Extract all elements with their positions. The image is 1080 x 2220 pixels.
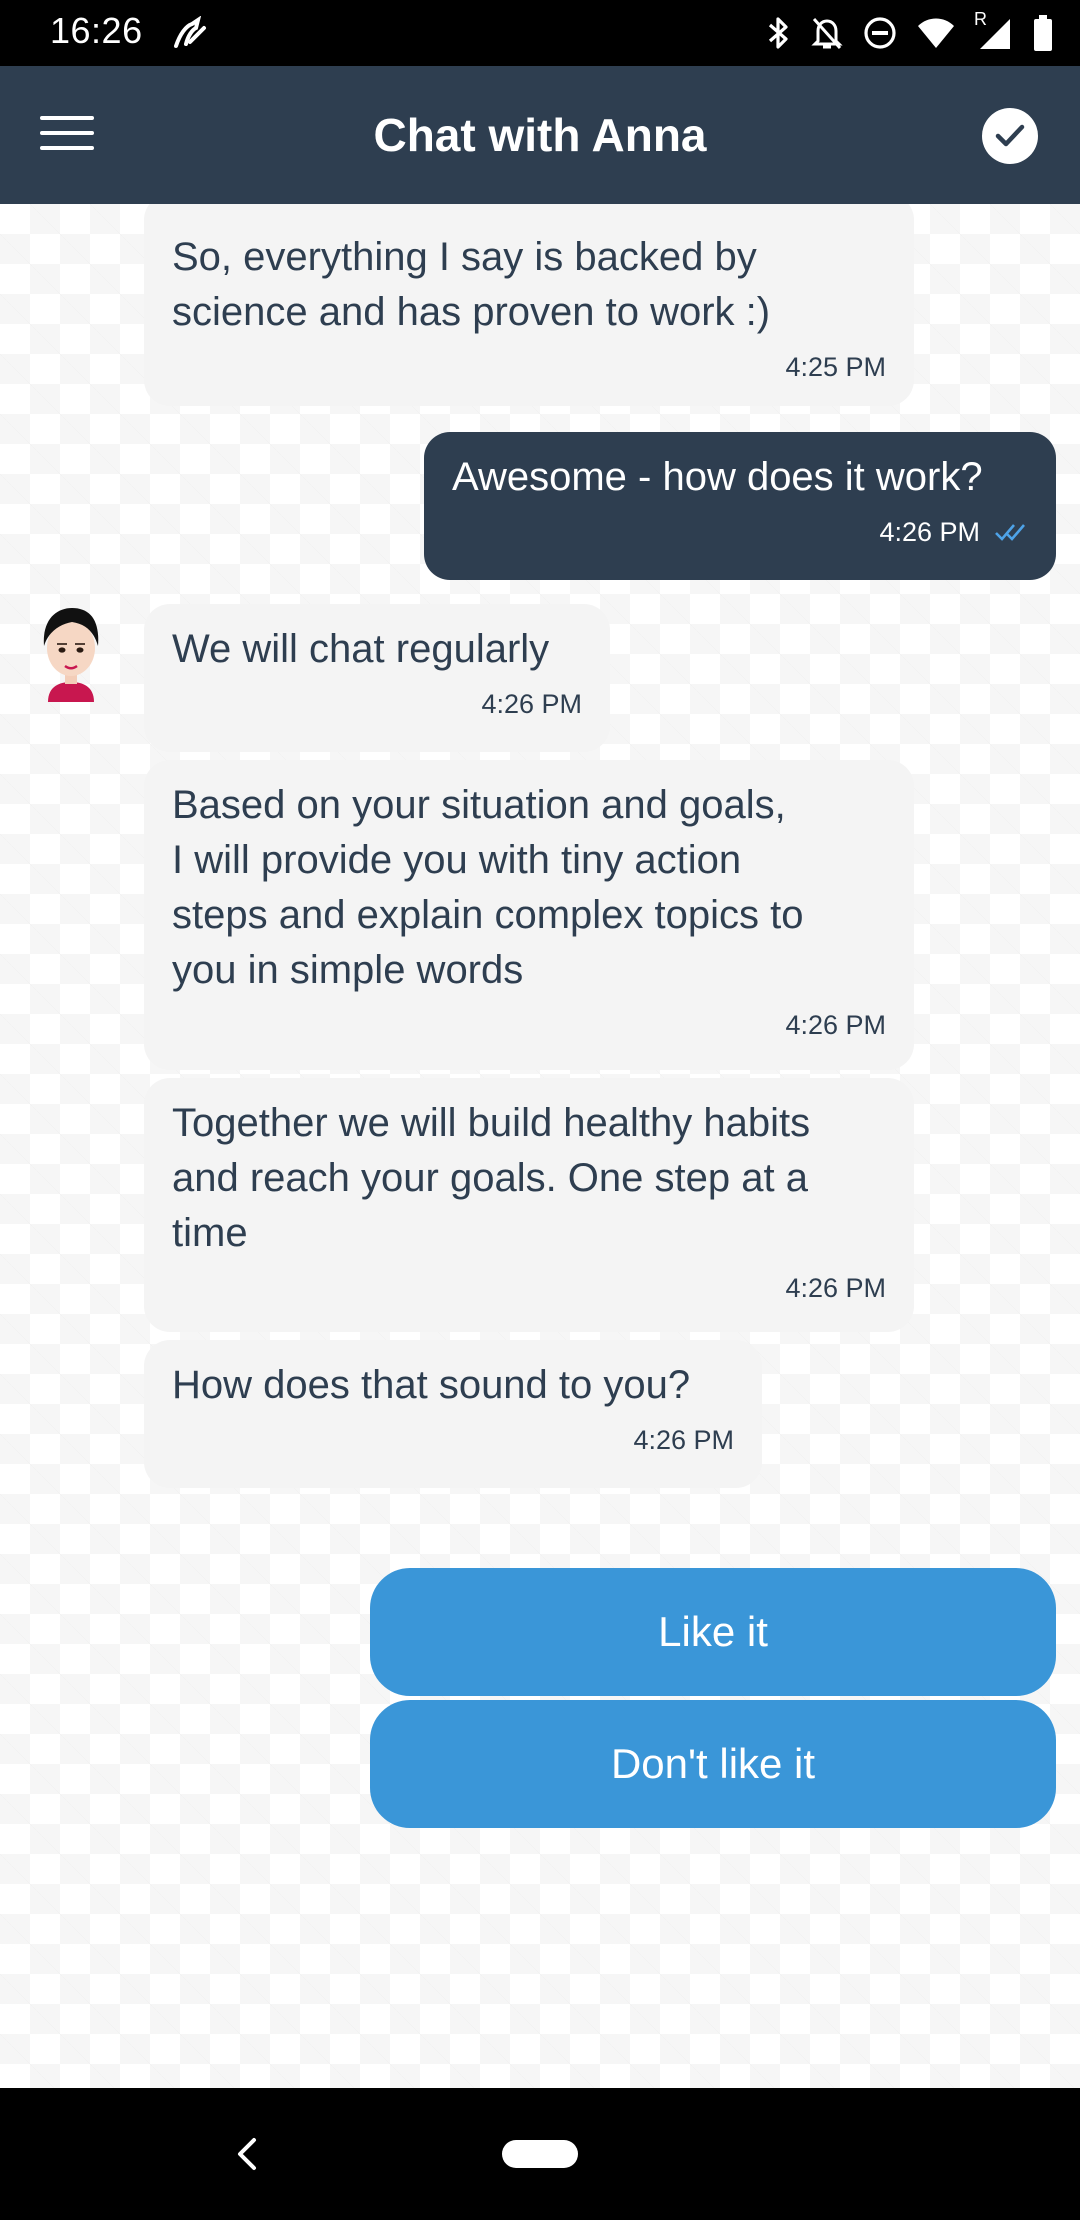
message-text: Awesome - how does it work?: [452, 455, 983, 499]
message-text: Together we will build healthy habits an…: [172, 1101, 811, 1255]
anna-avatar: [43, 608, 99, 702]
wifi-icon: [918, 18, 954, 48]
bluetooth-icon: [768, 17, 788, 49]
mute-icon: [811, 17, 843, 50]
message-time: 4:26 PM: [785, 1010, 886, 1040]
message-bubble-incoming: Based on your situation and goals, I wil…: [144, 760, 914, 1070]
signal-indicator: R: [974, 9, 1014, 53]
message-time: 4:25 PM: [785, 352, 886, 382]
dont-like-it-button[interactable]: Don't like it: [370, 1700, 1056, 1828]
message-time: 4:26 PM: [481, 689, 582, 719]
app-bar: Chat with Anna: [0, 66, 1080, 204]
message-meta: 4:26 PM: [452, 515, 1028, 549]
message-bubble-incoming: Together we will build healthy habits an…: [144, 1078, 914, 1332]
check-circle-icon[interactable]: [982, 108, 1038, 164]
chat-area[interactable]: So, everything I say is backed by scienc…: [0, 204, 1080, 2088]
message-time: 4:26 PM: [879, 517, 980, 547]
status-time: 16:26: [50, 10, 143, 51]
message-bubble-outgoing: Awesome - how does it work? 4:26 PM: [424, 432, 1056, 580]
message-text: We will chat regularly: [172, 627, 550, 671]
back-icon[interactable]: [228, 2132, 268, 2176]
home-pill-icon[interactable]: [502, 2140, 578, 2168]
status-bar: 16:26 R: [0, 0, 1080, 66]
message-bubble-incoming: So, everything I say is backed by scienc…: [144, 204, 914, 406]
battery-icon: [1034, 15, 1052, 51]
message-text: Based on your situation and goals, I wil…: [172, 783, 804, 992]
checkmark-icon: [995, 124, 1025, 147]
read-receipt-icon: [995, 524, 1025, 541]
message-bubble-incoming: How does that sound to you? 4:26 PM: [144, 1340, 762, 1488]
signal-icon: [980, 19, 1010, 49]
message-text: So, everything I say is backed by scienc…: [172, 235, 771, 334]
status-icons: R: [766, 9, 1054, 56]
message-time: 4:26 PM: [785, 1273, 886, 1303]
system-nav-bar: [0, 2088, 1080, 2220]
like-it-button[interactable]: Like it: [370, 1568, 1056, 1696]
page-title: Chat with Anna: [373, 109, 707, 161]
message-time: 4:26 PM: [633, 1425, 734, 1455]
dnd-icon: [864, 17, 896, 49]
message-text: How does that sound to you?: [172, 1363, 691, 1407]
maps-nav-icon: [174, 16, 206, 48]
message-bubble-incoming: We will chat regularly 4:26 PM: [144, 604, 610, 752]
